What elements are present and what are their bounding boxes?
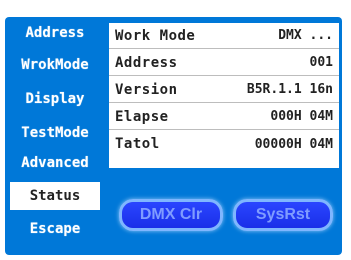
sys-reset-button[interactable]: SysRst xyxy=(233,199,333,231)
status-value: B5R.1.1 16n xyxy=(246,82,333,97)
sidebar-item-escape[interactable]: Escape xyxy=(5,215,105,243)
status-value: 000H 04M xyxy=(270,109,333,124)
sidebar-item-label: WrokMode xyxy=(21,57,89,73)
sidebar-item-workmode[interactable]: WrokMode xyxy=(5,51,105,79)
status-label: Work Mode xyxy=(115,27,196,44)
status-row-version: Version B5R.1.1 16n xyxy=(109,77,339,103)
sidebar-item-label: TestMode xyxy=(21,125,89,141)
status-panel: Work Mode DMX ... Address 001 Version B5… xyxy=(109,23,339,168)
sidebar-item-label: Address xyxy=(25,25,85,41)
status-value: 00000H 04M xyxy=(254,136,333,152)
lcd-screen: Address WrokMode Display TestMode Advanc… xyxy=(5,17,342,255)
sidebar-item-label: Display xyxy=(25,91,85,107)
sys-reset-label: SysRst xyxy=(255,206,311,223)
status-row-total: Tatol 00000H 04M xyxy=(109,131,339,157)
status-value: 001 xyxy=(309,55,333,70)
status-row-work-mode: Work Mode DMX ... xyxy=(109,23,339,49)
status-row-address: Address 001 xyxy=(109,50,339,76)
sidebar-item-label: Advanced xyxy=(21,155,89,171)
status-label: Version xyxy=(115,81,178,98)
device-bezel: Address WrokMode Display TestMode Advanc… xyxy=(0,0,351,260)
sidebar-item-status[interactable]: Status xyxy=(10,182,100,210)
status-value: DMX ... xyxy=(278,28,333,43)
status-label: Elapse xyxy=(115,108,169,125)
sidebar-item-label: Escape xyxy=(29,221,81,237)
sidebar-item-testmode[interactable]: TestMode xyxy=(5,119,105,147)
status-label: Tatol xyxy=(115,136,160,152)
sidebar-item-label: Status xyxy=(29,188,81,204)
dmx-clear-label: DMX Clr xyxy=(139,206,203,223)
status-label: Address xyxy=(115,54,178,71)
sidebar-item-display[interactable]: Display xyxy=(5,85,105,113)
sidebar-item-advanced[interactable]: Advanced xyxy=(5,149,105,177)
dmx-clear-button[interactable]: DMX Clr xyxy=(119,199,223,231)
status-row-elapse: Elapse 000H 04M xyxy=(109,104,339,130)
sidebar-menu: Address WrokMode Display TestMode Advanc… xyxy=(5,17,105,255)
sidebar-item-address[interactable]: Address xyxy=(5,19,105,47)
